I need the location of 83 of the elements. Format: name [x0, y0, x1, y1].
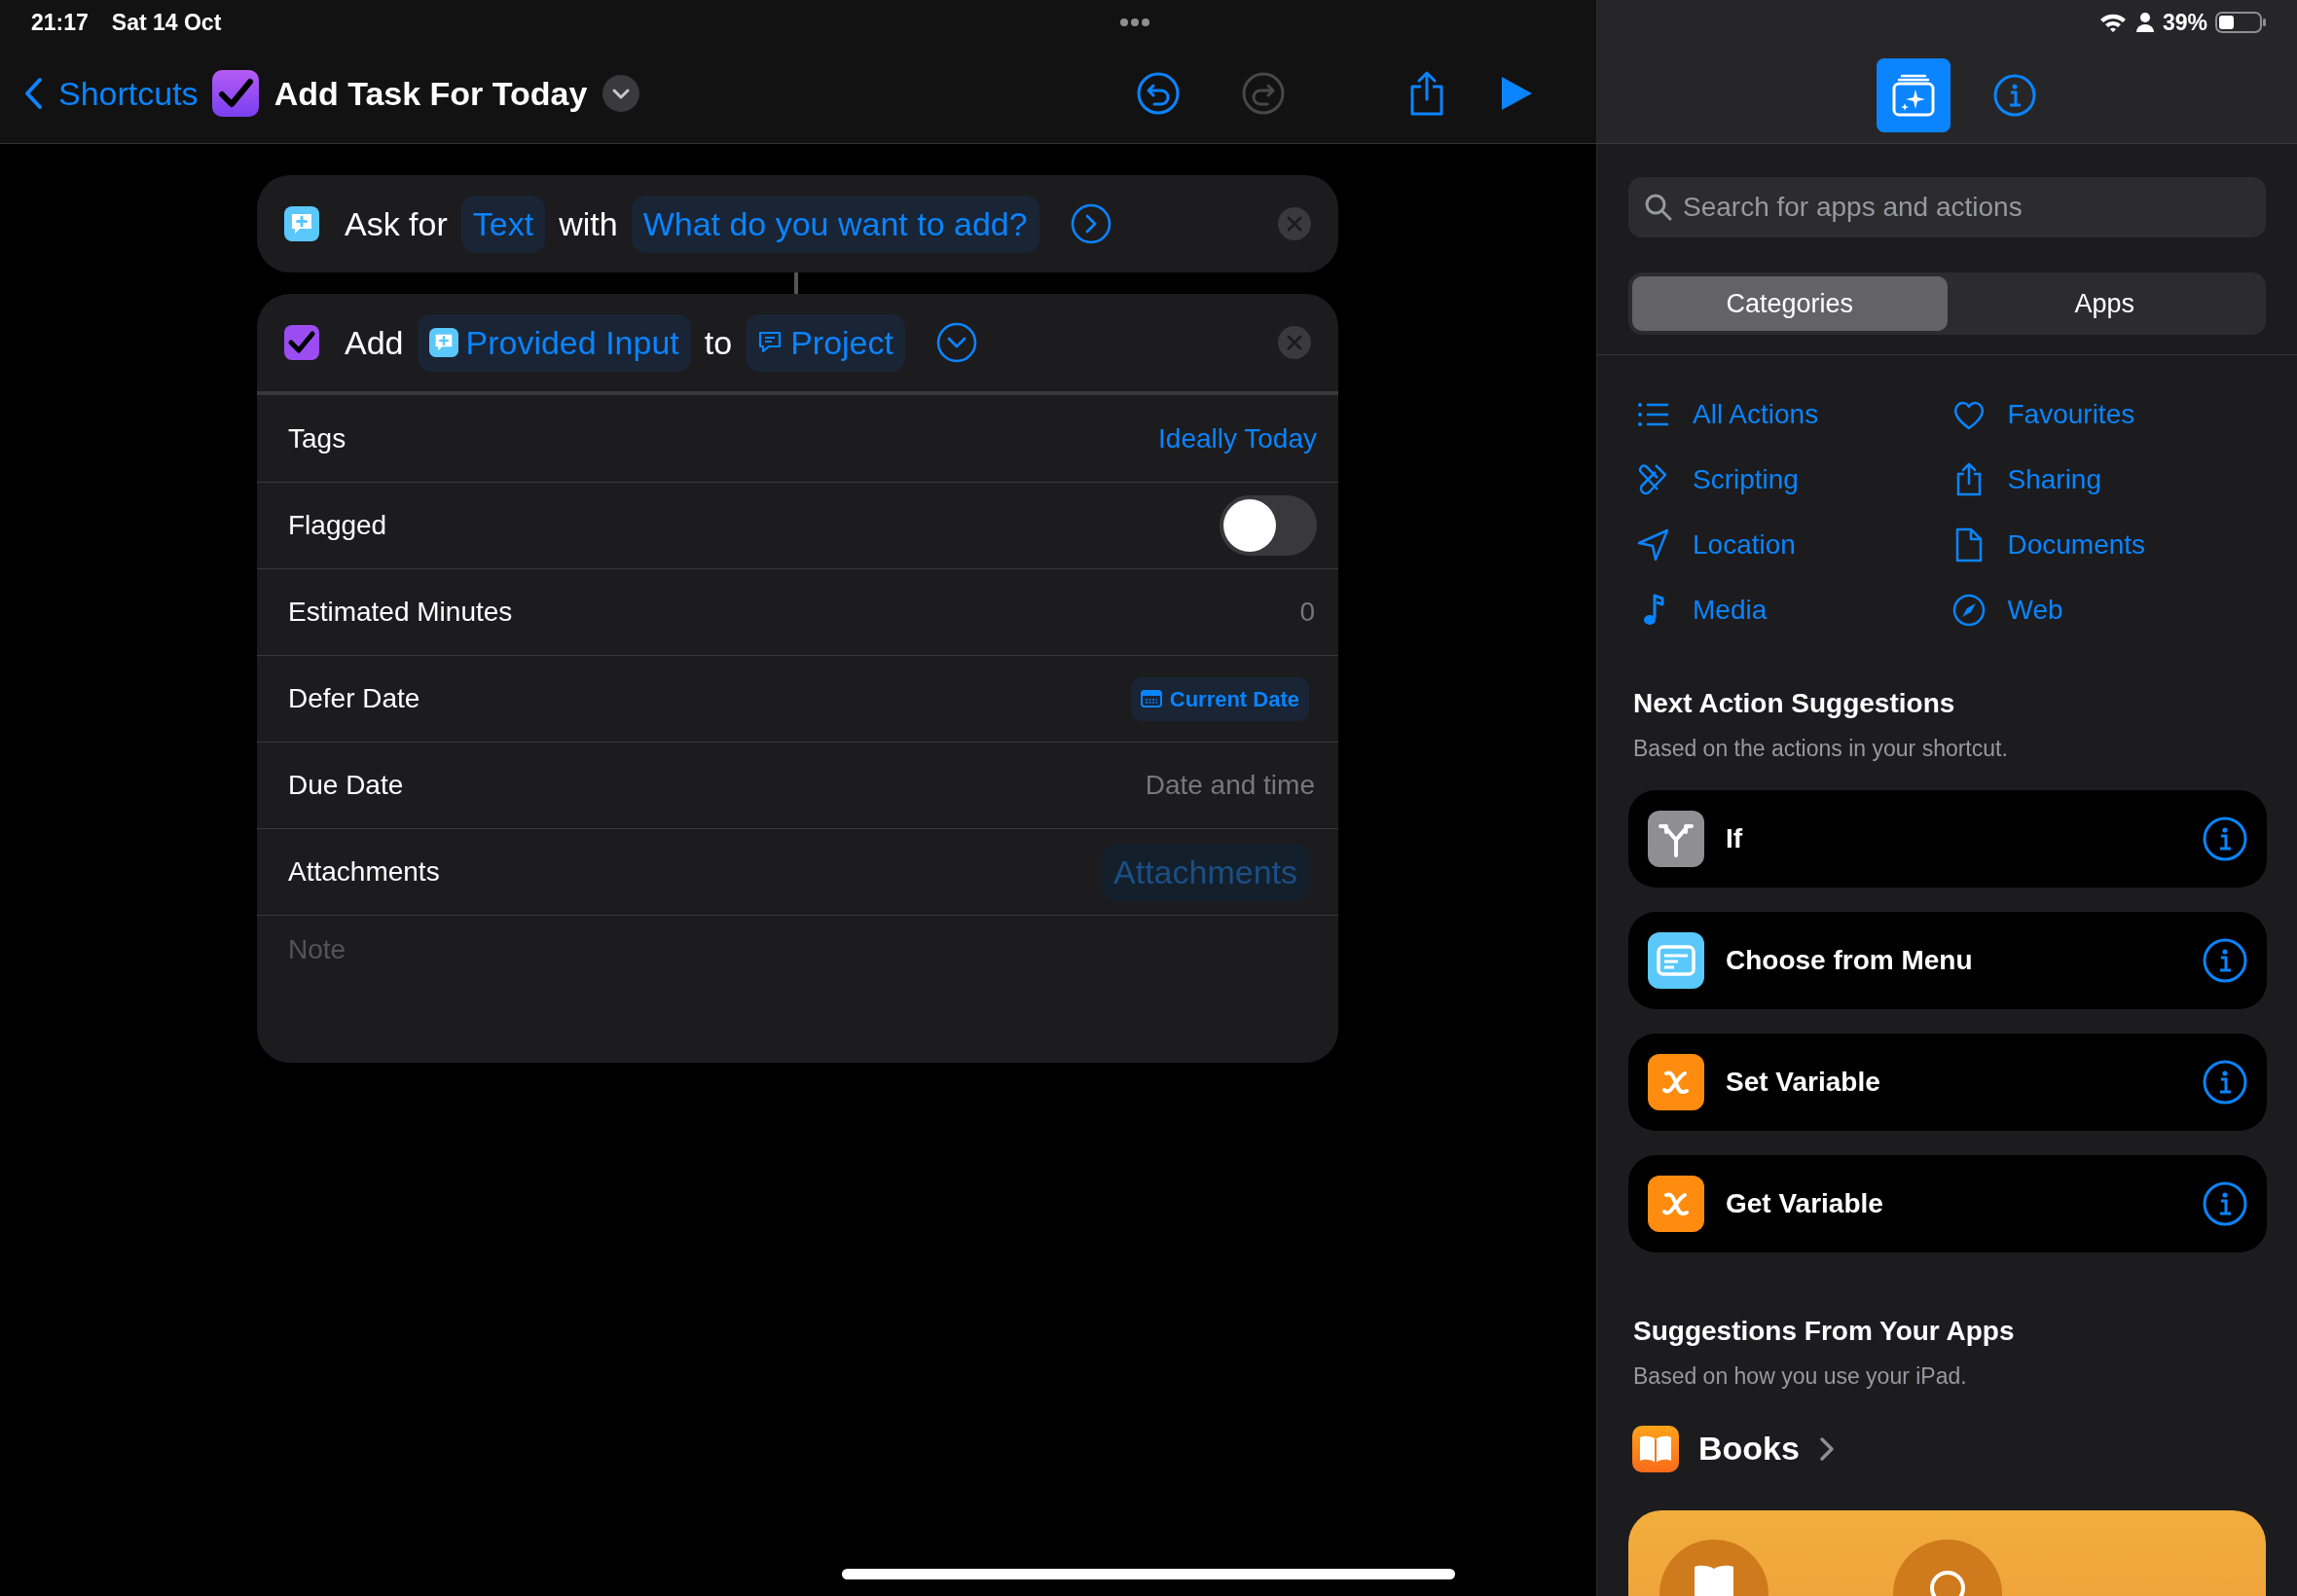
variable-x-icon [1648, 1053, 1704, 1110]
battery-percentage: 39% [2162, 8, 2207, 37]
undo-button[interactable] [1137, 72, 1180, 115]
search-field[interactable]: Search for apps and actions [1628, 177, 2266, 237]
section-subtitle: Based on how you use your iPad. [1633, 1361, 1968, 1391]
info-icon [2203, 1059, 2247, 1105]
action-text: Ask for [345, 203, 448, 244]
action-text: Add [345, 322, 404, 363]
location-arrow-icon [1636, 527, 1671, 562]
redo-icon [1242, 72, 1285, 115]
info-icon [2203, 816, 2247, 861]
input-field[interactable]: Date and time [928, 764, 1317, 807]
category-link[interactable]: Web [1951, 588, 2266, 633]
multitasking-dots-icon [1120, 18, 1150, 26]
title-menu-button[interactable] [602, 75, 640, 112]
shortcut-title: Add Task For Today [273, 73, 588, 114]
close-icon [1278, 207, 1311, 240]
run-button[interactable] [1499, 74, 1534, 113]
info-icon [2203, 1180, 2247, 1226]
parameter-label: Tags [288, 421, 346, 455]
category-link[interactable]: Location [1636, 523, 1951, 567]
menu-card-icon [1648, 931, 1704, 989]
category-link[interactable]: Scripting [1636, 457, 1951, 502]
category-link[interactable]: Media [1636, 588, 1951, 633]
book-icon [1659, 1540, 1768, 1596]
message-icon [428, 328, 458, 357]
parameter-token[interactable]: What do you want to add? [631, 195, 1039, 253]
action-text: to [704, 322, 733, 363]
chevron-left-icon [23, 77, 43, 110]
close-icon [1278, 326, 1311, 359]
chevron-right-icon [1818, 1435, 1835, 1462]
checkbox-icon [284, 325, 319, 360]
parameter-label: Flagged [288, 509, 387, 542]
category-link[interactable]: All Actions [1636, 392, 1951, 437]
chevron-down-icon [935, 322, 977, 363]
tab[interactable] [1876, 58, 1951, 132]
note-field[interactable]: Note [257, 915, 1338, 1063]
back-button[interactable]: Shortcuts [23, 68, 199, 119]
parameter-label: Defer Date [288, 682, 420, 715]
segment-tab[interactable]: Apps [1947, 276, 2262, 331]
parameter-label: Estimated Minutes [288, 596, 513, 629]
calendar-icon [1140, 689, 1162, 708]
search-icon [1644, 193, 1673, 222]
collapse-button[interactable] [935, 322, 977, 363]
variable-token[interactable]: Provided Input [417, 313, 691, 372]
play-icon [1499, 74, 1534, 113]
action-text: with [559, 203, 618, 244]
message-icon [284, 206, 319, 241]
chevron-right-icon [1070, 203, 1112, 244]
action-suggestion[interactable]: Get Variable [1628, 1154, 2267, 1252]
battery-icon [2215, 11, 2268, 34]
info-icon [2203, 937, 2247, 983]
category-link[interactable]: Sharing [1951, 457, 2266, 502]
input-field[interactable]: 0 [928, 591, 1317, 634]
status-time: 21:17 [31, 8, 89, 37]
parameter-label: Attachments [288, 855, 440, 889]
speech-bubble-icon [757, 331, 784, 354]
section-heading: Next Action Suggestions [1633, 687, 1956, 720]
status-date: Sat 14 Oct [111, 8, 222, 37]
action-suggestion[interactable]: Set Variable [1628, 1033, 2267, 1131]
variable-token[interactable]: Current Date [1130, 676, 1309, 721]
parameter-token[interactable]: Text [460, 195, 546, 253]
segment-tab[interactable]: Categories [1632, 276, 1948, 331]
category-link[interactable]: Favourites [1951, 392, 2266, 437]
chevron-down-icon [602, 75, 640, 112]
expand-button[interactable] [1070, 203, 1112, 244]
undo-icon [1137, 72, 1180, 115]
checkbox-app-icon [211, 70, 259, 117]
parameter-value[interactable]: Ideally Today [1158, 422, 1317, 454]
section-subtitle: Based on the actions in your shortcut. [1633, 735, 2009, 763]
variable-x-icon [1648, 1175, 1704, 1232]
open-book-icon [1632, 1425, 1679, 1472]
compass-icon [1951, 593, 1987, 628]
section-heading: Suggestions From Your Apps [1633, 1314, 2016, 1348]
parameter-token[interactable]: Project [746, 313, 905, 372]
parameter-label: Due Date [288, 769, 404, 802]
action-suggestion[interactable]: If [1628, 789, 2267, 888]
info-icon [1992, 74, 2036, 117]
app-link[interactable]: Books [1632, 1424, 1835, 1473]
action-suggestion[interactable]: Choose from Menu [1628, 911, 2267, 1009]
category-link[interactable]: Documents [1951, 523, 2266, 567]
person-icon [2134, 12, 2155, 33]
branch-icon [1648, 810, 1704, 867]
